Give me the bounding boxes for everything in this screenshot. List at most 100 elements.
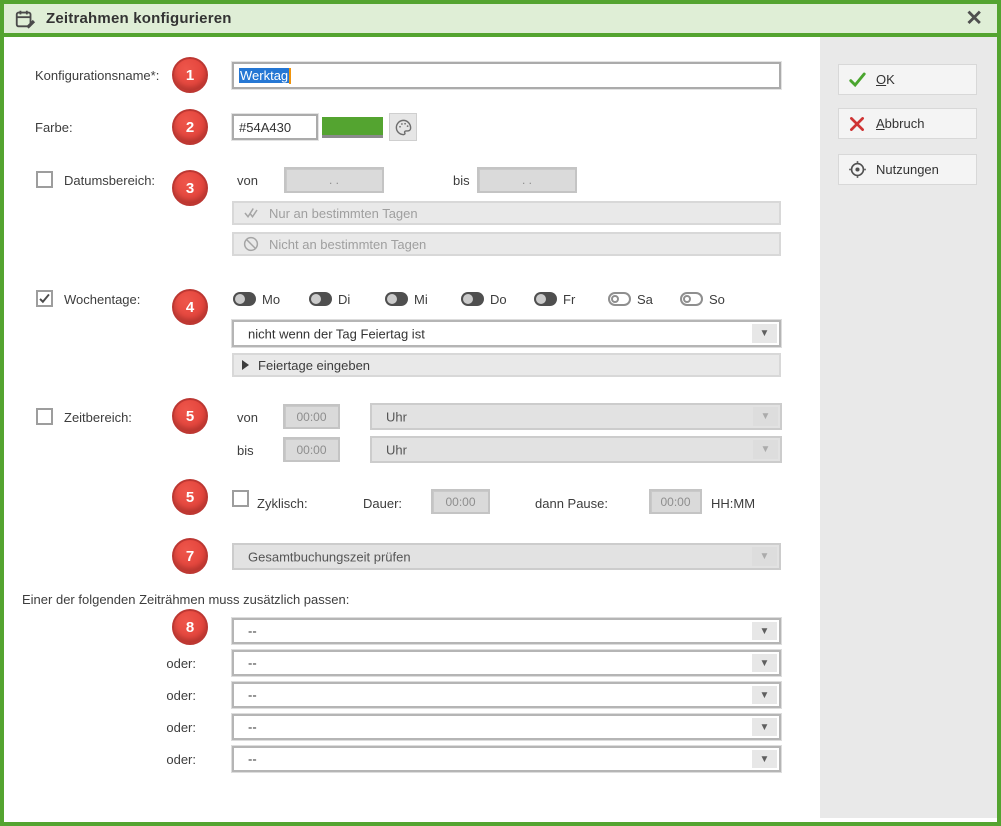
toggle-fr[interactable] xyxy=(534,292,557,306)
extra-timeframes-heading: Einer der folgenden Zeiträhmen muss zusä… xyxy=(22,591,349,608)
date-range-label: Datumsbereich: xyxy=(64,172,155,189)
palette-icon xyxy=(394,118,413,137)
chevron-down-icon: ▼ xyxy=(752,622,777,640)
time-range-checkbox[interactable] xyxy=(36,408,53,425)
cancel-button[interactable]: Abbruch xyxy=(838,108,977,139)
toggle-so[interactable] xyxy=(680,292,703,306)
holiday-rule-dropdown[interactable]: nicht wenn der Tag Feiertag ist ▼ xyxy=(232,320,781,347)
text-caret xyxy=(289,68,291,84)
cyclic-label: Zyklisch: xyxy=(257,495,308,512)
toggle-knob xyxy=(536,294,546,304)
extra-slot-3-value: -- xyxy=(248,688,257,703)
step-badge-4: 4 xyxy=(172,289,208,325)
date-range-checkbox[interactable] xyxy=(36,171,53,188)
color-picker-button[interactable] xyxy=(389,113,417,141)
duration-input[interactable]: 00:00 xyxy=(431,489,490,514)
day-label-sa: Sa xyxy=(637,291,653,308)
extra-slot-5-dropdown[interactable]: -- ▼ xyxy=(232,746,781,772)
ok-label: OK xyxy=(876,72,895,87)
toggle-knob xyxy=(235,294,245,304)
time-from-label: von xyxy=(237,409,258,426)
ok-button[interactable]: OK xyxy=(838,64,977,95)
chevron-down-icon: ▼ xyxy=(752,750,777,768)
toggle-mo[interactable] xyxy=(233,292,256,306)
close-icon[interactable]: ✕ xyxy=(965,8,983,29)
day-label-di: Di xyxy=(338,291,350,308)
step-badge-7: 7 xyxy=(172,538,208,574)
holiday-rule-value: nicht wenn der Tag Feiertag ist xyxy=(248,326,425,341)
dialog-body: Konfigurationsname*: 1 Werktag Farbe: 2 … xyxy=(4,37,997,818)
time-range-label: Zeitbereich: xyxy=(64,409,132,426)
chevron-down-icon: ▼ xyxy=(753,440,778,459)
dialog-title: Zeitrahmen konfigurieren xyxy=(46,10,232,27)
step-badge-2: 2 xyxy=(172,109,208,145)
pause-label: dann Pause: xyxy=(535,495,608,512)
only-specific-days-label: Nur an bestimmten Tagen xyxy=(269,206,418,221)
extra-slot-1-value: -- xyxy=(248,624,257,639)
selected-text: Werktag xyxy=(239,68,289,83)
color-label: Farbe: xyxy=(35,119,73,136)
not-specific-days-button[interactable]: Nicht an bestimmten Tagen xyxy=(232,232,781,256)
step-badge-3: 3 xyxy=(172,170,208,206)
usages-button[interactable]: Nutzungen xyxy=(838,154,977,185)
config-name-input[interactable]: Werktag xyxy=(232,62,781,89)
toggle-knob xyxy=(683,295,691,303)
enter-holidays-button[interactable]: Feiertage eingeben xyxy=(232,353,781,377)
weekdays-checkbox[interactable] xyxy=(36,290,53,307)
weekdays-label: Wochentage: xyxy=(64,291,140,308)
x-icon xyxy=(847,114,867,134)
color-hex-input[interactable]: #54A430 xyxy=(232,114,318,140)
time-to-input[interactable]: 00:00 xyxy=(283,437,340,462)
booking-check-dropdown[interactable]: Gesamtbuchungszeit prüfen ▼ xyxy=(232,543,781,570)
day-label-fr: Fr xyxy=(563,291,575,308)
toggle-di[interactable] xyxy=(309,292,332,306)
or-label: oder: xyxy=(124,751,196,768)
toggle-do[interactable] xyxy=(461,292,484,306)
toggle-knob xyxy=(311,294,321,304)
time-from-unit-value: Uhr xyxy=(386,409,407,424)
not-specific-days-label: Nicht an bestimmten Tagen xyxy=(269,237,426,252)
calendar-edit-icon xyxy=(14,8,36,30)
toggle-knob xyxy=(611,295,619,303)
toggle-sa[interactable] xyxy=(608,292,631,306)
time-from-input[interactable]: 00:00 xyxy=(283,404,340,429)
color-swatch[interactable] xyxy=(322,117,383,138)
date-to-input[interactable]: . . xyxy=(477,167,577,193)
extra-slot-5-value: -- xyxy=(248,752,257,767)
extra-slot-1-dropdown[interactable]: -- ▼ xyxy=(232,618,781,644)
day-label-mo: Mo xyxy=(262,291,280,308)
name-label: Konfigurationsname*: xyxy=(35,67,159,84)
extra-slot-4-dropdown[interactable]: -- ▼ xyxy=(232,714,781,740)
cancel-label: Abbruch xyxy=(876,116,924,131)
toggle-knob xyxy=(463,294,473,304)
only-specific-days-button[interactable]: Nur an bestimmten Tagen xyxy=(232,201,781,225)
step-badge-cyclic: 5 xyxy=(172,479,208,515)
cyclic-checkbox[interactable] xyxy=(232,490,249,507)
pause-input[interactable]: 00:00 xyxy=(649,489,702,514)
date-from-label: von xyxy=(237,172,258,189)
time-to-unit-value: Uhr xyxy=(386,442,407,457)
chevron-down-icon: ▼ xyxy=(752,324,777,343)
step-badge-8: 8 xyxy=(172,609,208,645)
time-to-unit-dropdown[interactable]: Uhr ▼ xyxy=(370,436,782,463)
or-label: oder: xyxy=(124,655,196,672)
or-label: oder: xyxy=(124,687,196,704)
booking-check-value: Gesamtbuchungszeit prüfen xyxy=(248,549,411,564)
chevron-down-icon: ▼ xyxy=(752,686,777,704)
extra-slot-2-dropdown[interactable]: -- ▼ xyxy=(232,650,781,676)
date-from-input[interactable]: . . xyxy=(284,167,384,193)
chevron-down-icon: ▼ xyxy=(752,718,777,736)
duration-label: Dauer: xyxy=(363,495,402,512)
toggle-mi[interactable] xyxy=(385,292,408,306)
time-from-unit-dropdown[interactable]: Uhr ▼ xyxy=(370,403,782,430)
prohibition-icon xyxy=(242,235,260,253)
expand-right-icon xyxy=(242,360,249,370)
title-bar: Zeitrahmen konfigurieren ✕ xyxy=(4,4,997,37)
extra-slot-3-dropdown[interactable]: -- ▼ xyxy=(232,682,781,708)
timeframe-config-dialog: Zeitrahmen konfigurieren ✕ Konfiguration… xyxy=(0,0,1001,826)
enter-holidays-label: Feiertage eingeben xyxy=(258,358,370,373)
or-label: oder: xyxy=(124,719,196,736)
toggle-knob xyxy=(387,294,397,304)
day-label-do: Do xyxy=(490,291,507,308)
check-icon xyxy=(847,70,867,90)
